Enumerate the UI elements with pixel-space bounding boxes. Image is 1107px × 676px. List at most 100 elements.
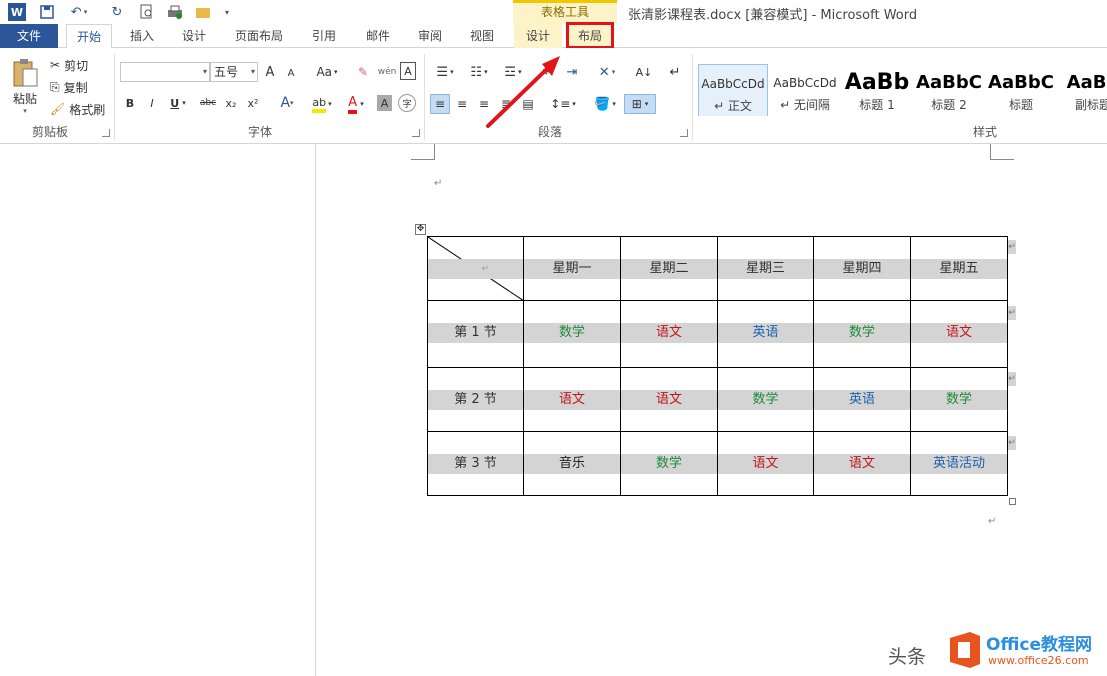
- table-header-cell[interactable]: 星期三: [717, 236, 814, 301]
- table-cell[interactable]: 语文: [620, 367, 718, 432]
- style-heading-2[interactable]: AaBbC 标题 2: [914, 64, 984, 116]
- customize-qat-icon[interactable]: ▾: [222, 3, 232, 21]
- enclose-characters-icon[interactable]: 字: [398, 94, 416, 112]
- align-center-icon[interactable]: ≡: [452, 94, 472, 114]
- clipboard-dialog-launcher[interactable]: [102, 129, 110, 137]
- bullets-icon[interactable]: ☰ ▾: [430, 62, 460, 82]
- cut-button[interactable]: ✂ 剪切: [50, 56, 88, 74]
- phonetic-guide-icon[interactable]: wén: [378, 62, 397, 82]
- table-header-cell[interactable]: 星期一: [523, 236, 621, 301]
- bold-button[interactable]: B: [122, 94, 138, 112]
- subscript-button[interactable]: x₂: [222, 94, 240, 112]
- font-dialog-launcher[interactable]: [412, 129, 420, 137]
- period-label-cell[interactable]: 第 3 节: [427, 431, 524, 496]
- style-title[interactable]: AaBbC 标题: [986, 64, 1056, 116]
- tab-table-design[interactable]: 设计: [514, 24, 562, 48]
- change-case-button[interactable]: Aa ▾: [312, 62, 342, 82]
- tab-references[interactable]: 引用: [302, 24, 346, 48]
- character-border-icon[interactable]: A: [400, 62, 416, 80]
- shading-icon[interactable]: 🪣 ▾: [590, 94, 620, 114]
- table-cell[interactable]: 语文: [910, 300, 1008, 368]
- style-subtitle[interactable]: AaBb 副标题: [1058, 64, 1107, 116]
- show-formatting-marks-icon[interactable]: ↵: [666, 62, 684, 82]
- grow-font-button[interactable]: A: [262, 62, 278, 82]
- save-icon[interactable]: [38, 3, 56, 21]
- table-header-cell[interactable]: 星期四: [813, 236, 911, 301]
- watermark: 头条 Office教程网 www.office26.com: [884, 628, 1107, 676]
- copy-button[interactable]: ⎘ 复制: [50, 78, 88, 96]
- highlight-color-icon[interactable]: ab ▾: [308, 94, 336, 114]
- paste-button[interactable]: 粘贴 ▾: [6, 56, 44, 116]
- table-resize-handle-icon[interactable]: [1009, 498, 1016, 505]
- paste-label: 粘贴: [12, 91, 37, 106]
- font-color-icon[interactable]: A ▾: [342, 94, 370, 114]
- tab-file[interactable]: 文件: [0, 24, 58, 48]
- font-group-label: 字体: [247, 125, 272, 139]
- table-cell[interactable]: 语文: [717, 431, 814, 496]
- paintbrush-icon: 🖌: [50, 102, 66, 116]
- table-cell[interactable]: 英语: [813, 367, 911, 432]
- sort-icon[interactable]: A↓: [634, 62, 654, 82]
- table-cell[interactable]: 数学: [620, 431, 718, 496]
- table-cell[interactable]: 英语: [717, 300, 814, 368]
- ribbon-tabs: 文件 开始 插入 设计 页面布局 引用 邮件 审阅 视图 设计 布局: [0, 24, 1107, 49]
- text-effects-icon[interactable]: A ▾: [276, 94, 298, 112]
- table-cell[interactable]: 数学: [717, 367, 814, 432]
- style-heading-1[interactable]: AaBb 标题 1: [842, 64, 912, 116]
- paragraph-dialog-launcher[interactable]: [680, 129, 688, 137]
- table-move-handle-icon[interactable]: ✥: [415, 224, 426, 235]
- borders-icon[interactable]: ⊞ ▾: [624, 94, 656, 114]
- table-cell[interactable]: 数学: [523, 300, 621, 368]
- quick-print-icon[interactable]: [166, 3, 184, 21]
- word-logo-icon: W: [8, 3, 26, 21]
- tab-mailings[interactable]: 邮件: [356, 24, 400, 48]
- red-arrow-annotation: [486, 56, 560, 128]
- period-label-cell[interactable]: 第 2 节: [427, 367, 524, 432]
- undo-icon[interactable]: ↶ ▾: [66, 3, 92, 21]
- paragraph-mark: ↵: [434, 178, 443, 189]
- copy-icon: ⎘: [50, 79, 60, 94]
- character-shading-icon[interactable]: A: [377, 95, 392, 111]
- table-row: 第 3 节 音乐 数学 语文 语文 英语活动: [427, 431, 1008, 496]
- italic-button[interactable]: I: [144, 94, 160, 112]
- table-cell[interactable]: 音乐: [523, 431, 621, 496]
- shrink-font-button[interactable]: A: [284, 64, 298, 82]
- style-normal[interactable]: AaBbCcDd ↵ 正文: [698, 64, 768, 116]
- table-cell[interactable]: 语文: [620, 300, 718, 368]
- table-cell[interactable]: 语文: [813, 431, 911, 496]
- period-label-cell[interactable]: 第 1 节: [427, 300, 524, 368]
- tab-insert[interactable]: 插入: [120, 24, 164, 48]
- redo-icon[interactable]: ↻: [108, 3, 126, 21]
- format-painter-button[interactable]: 🖌 格式刷: [50, 100, 105, 118]
- strikethrough-button[interactable]: abc: [198, 94, 218, 112]
- superscript-button[interactable]: x²: [244, 94, 262, 112]
- table-cell[interactable]: 英语活动: [910, 431, 1008, 496]
- open-folder-icon[interactable]: [194, 3, 212, 21]
- styles-gallery: AaBbCcDd ↵ 正文 AaBbCcDd ↵ 无间隔 AaBb 标题 1 A…: [698, 56, 1107, 116]
- table-tools-contextual-label: 表格工具: [513, 0, 617, 24]
- table-header-cell[interactable]: 星期五: [910, 236, 1008, 301]
- tab-page-layout[interactable]: 页面布局: [226, 24, 292, 48]
- table-cell[interactable]: 数学: [910, 367, 1008, 432]
- table-cell[interactable]: 语文: [523, 367, 621, 432]
- table-cell[interactable]: 数学: [813, 300, 911, 368]
- style-no-spacing[interactable]: AaBbCcDd ↵ 无间隔: [770, 64, 840, 116]
- print-preview-icon[interactable]: [138, 3, 156, 21]
- row-end-mark: ↵: [1008, 240, 1016, 254]
- font-size-combo[interactable]: 五号 ▾: [210, 62, 258, 82]
- class-schedule-table[interactable]: ↵ 星期一 星期二 星期三 星期四 星期五 第 1 节 数学 语文 英语 数学 …: [427, 236, 1008, 496]
- tab-home[interactable]: 开始: [66, 24, 112, 49]
- cut-label: 剪切: [64, 58, 89, 73]
- tab-view[interactable]: 视图: [460, 24, 504, 48]
- table-header-cell[interactable]: 星期二: [620, 236, 718, 301]
- font-name-combo[interactable]: ▾: [120, 62, 210, 82]
- tab-design[interactable]: 设计: [172, 24, 216, 48]
- align-left-icon[interactable]: ≡: [430, 94, 450, 114]
- asian-layout-icon[interactable]: ✕ ▾: [592, 62, 622, 82]
- diagonal-header-cell[interactable]: ↵: [427, 236, 524, 301]
- clear-formatting-icon[interactable]: ✎: [354, 62, 372, 82]
- scissors-icon: ✂: [50, 58, 61, 72]
- tab-review[interactable]: 审阅: [408, 24, 452, 48]
- underline-button[interactable]: U ▾: [166, 94, 190, 112]
- crop-mark-left: [411, 144, 435, 160]
